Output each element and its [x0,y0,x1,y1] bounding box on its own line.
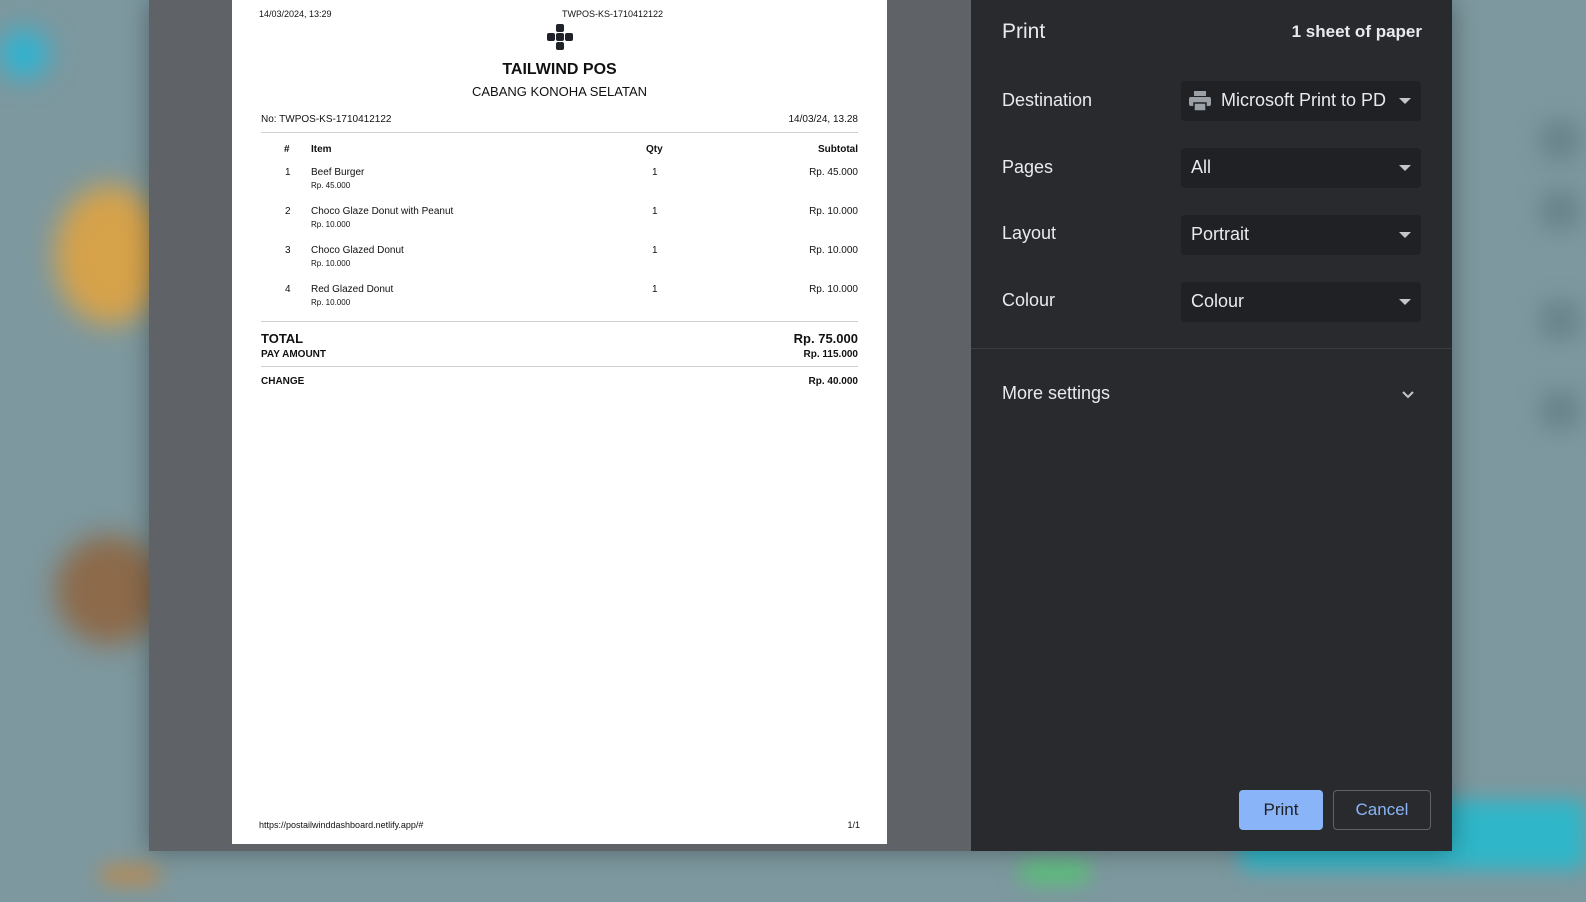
chevron-down-icon [1399,299,1411,305]
background-tag [1020,860,1090,884]
print-button[interactable]: Print [1239,790,1323,830]
item-subtotal: Rp. 10.000 [809,284,858,295]
item-name: Choco Glaze Donut with Peanut [311,206,454,217]
print-dialog: 14/03/2024, 13:29 TWPOS-KS-1710412122 TA… [149,0,1452,851]
row-number: 3 [285,245,291,256]
item-price: Rp. 45.000 [311,181,351,190]
pages-value: All [1191,157,1212,177]
item-qty: 1 [652,206,658,217]
column-header-qty: Qty [646,144,663,155]
colour-label: Colour [1002,290,1056,310]
item-price: Rp. 10.000 [311,220,351,229]
receipt-date: 14/03/24, 13.28 [788,114,858,125]
item-name: Beef Burger [311,167,365,178]
divider [261,132,858,133]
page-footer-url: https://postailwinddashboard.netlify.app… [259,820,424,830]
change-label: CHANGE [261,376,305,387]
layout-value: Portrait [1191,224,1250,244]
row-number: 4 [285,284,291,295]
destination-value: Microsoft Print to PD [1221,90,1387,110]
background-avatar [0,30,48,78]
divider [261,321,858,322]
pay-amount-label: PAY AMOUNT [261,349,327,360]
printer-icon [1189,91,1211,111]
change-value: Rp. 40.000 [808,376,858,387]
page-footer-number: 1/1 [847,820,860,830]
row-number: 2 [285,206,291,217]
background-button [1540,190,1580,230]
more-settings-toggle[interactable]: More settings [1002,383,1110,404]
page-header-datetime: 14/03/2024, 13:29 [259,9,332,19]
table-row: 2 Choco Glaze Donut with Peanut Rp. 10.0… [232,206,887,244]
column-header-item: Item [311,144,332,155]
item-qty: 1 [652,245,658,256]
destination-select[interactable]: Microsoft Print to PD [1181,81,1421,121]
layout-select[interactable]: Portrait [1181,215,1421,255]
background-button [1540,300,1580,340]
preview-page: 14/03/2024, 13:29 TWPOS-KS-1710412122 TA… [232,0,887,844]
column-header-subtotal: Subtotal [818,144,858,155]
table-row: 3 Choco Glazed Donut Rp. 10.000 1 Rp. 10… [232,245,887,283]
item-name: Red Glazed Donut [311,284,394,295]
background-tag [100,865,160,885]
background-button [1540,120,1580,160]
chevron-down-icon [1399,165,1411,171]
chevron-down-icon[interactable] [1400,386,1416,402]
layout-label: Layout [1002,223,1057,243]
total-label: TOTAL [261,331,304,346]
page-header-title: TWPOS-KS-1710412122 [562,9,664,19]
divider [261,366,858,367]
item-subtotal: Rp. 45.000 [809,167,858,178]
pages-select[interactable]: All [1181,148,1421,188]
pages-label: Pages [1002,157,1054,177]
cancel-button[interactable]: Cancel [1333,790,1431,830]
item-name: Choco Glazed Donut [311,245,404,256]
colour-value: Colour [1191,291,1245,311]
item-qty: 1 [652,167,658,178]
chevron-down-icon [1399,232,1411,238]
item-subtotal: Rp. 10.000 [809,245,858,256]
store-branch: CABANG KONOHA SELATAN [471,84,648,99]
print-settings-panel: Print 1 sheet of paper Destination Micro… [971,0,1452,851]
item-price: Rp. 10.000 [311,298,351,307]
divider [971,348,1452,349]
item-subtotal: Rp. 10.000 [809,206,858,217]
table-row: 4 Red Glazed Donut Rp. 10.000 1 Rp. 10.0… [232,284,887,322]
sheet-count: 1 sheet of paper [1291,22,1422,41]
destination-label: Destination [1002,90,1093,110]
store-name: TAILWIND POS [502,61,617,78]
item-qty: 1 [652,284,658,295]
colour-select[interactable]: Colour [1181,282,1421,322]
column-header-no: # [284,144,290,155]
table-row: 1 Beef Burger Rp. 45.000 1 Rp. 45.000 [232,167,887,205]
row-number: 1 [285,167,291,178]
total-value: Rp. 75.000 [793,331,858,346]
receipt-number: No: TWPOS-KS-1710412122 [261,114,392,125]
print-preview-area: 14/03/2024, 13:29 TWPOS-KS-1710412122 TA… [149,0,971,851]
chevron-down-icon [1399,98,1411,104]
panel-title: Print [1002,20,1046,43]
pay-amount-value: Rp. 115.000 [803,349,858,360]
store-logo-icon [545,24,575,52]
background-button [1540,390,1580,430]
item-price: Rp. 10.000 [311,259,351,268]
